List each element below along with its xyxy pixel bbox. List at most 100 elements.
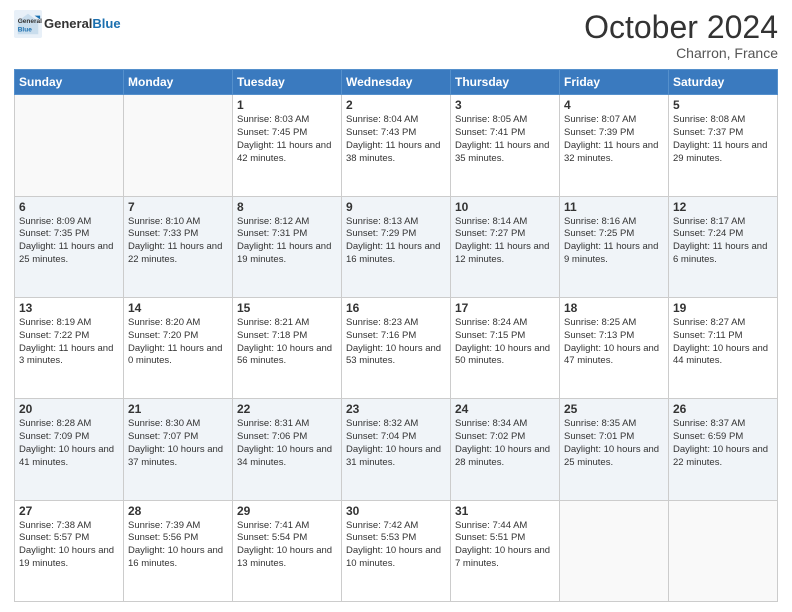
day-number: 2: [346, 98, 446, 112]
day-info: Sunrise: 8:16 AMSunset: 7:25 PMDaylight:…: [564, 216, 664, 267]
day-number: 4: [564, 98, 664, 112]
day-number: 24: [455, 402, 555, 416]
calendar-day-cell: 25Sunrise: 8:35 AMSunset: 7:01 PMDayligh…: [560, 399, 669, 500]
day-info: Sunrise: 8:31 AMSunset: 7:06 PMDaylight:…: [237, 418, 337, 469]
day-number: 14: [128, 301, 228, 315]
day-info: Sunrise: 7:39 AMSunset: 5:56 PMDaylight:…: [128, 520, 228, 571]
calendar-day-cell: 12 Sunrise: 8:17 AMSunset: 7:24 PMDayligh…: [669, 196, 778, 297]
day-info: Sunrise: 8:03 AMSunset: 7:45 PMDaylight:…: [237, 114, 337, 165]
calendar-day-cell: 13 Sunrise: 8:19 AMSunset: 7:22 PMDayligh…: [15, 297, 124, 398]
day-number: 7: [128, 200, 228, 214]
calendar-week-row: 1 Sunrise: 8:03 AMSunset: 7:45 PMDaylight…: [15, 95, 778, 196]
calendar-week-row: 6 Sunrise: 8:09 AMSunset: 7:35 PMDaylight…: [15, 196, 778, 297]
day-number: 23: [346, 402, 446, 416]
day-number: 8: [237, 200, 337, 214]
day-number: 13: [19, 301, 119, 315]
day-info: Sunrise: 8:35 AMSunset: 7:01 PMDaylight:…: [564, 418, 664, 469]
calendar-day-cell: 29Sunrise: 7:41 AMSunset: 5:54 PMDayligh…: [233, 500, 342, 601]
weekday-header-wednesday: Wednesday: [342, 70, 451, 95]
logo-blue: Blue: [92, 16, 120, 31]
day-number: 30: [346, 504, 446, 518]
weekday-header-thursday: Thursday: [451, 70, 560, 95]
calendar-day-cell: 14 Sunrise: 8:20 AMSunset: 7:20 PMDayligh…: [124, 297, 233, 398]
day-number: 20: [19, 402, 119, 416]
day-number: 6: [19, 200, 119, 214]
calendar-day-cell: 6 Sunrise: 8:09 AMSunset: 7:35 PMDaylight…: [15, 196, 124, 297]
calendar-day-cell: 11 Sunrise: 8:16 AMSunset: 7:25 PMDayligh…: [560, 196, 669, 297]
weekday-header-monday: Monday: [124, 70, 233, 95]
calendar-week-row: 13 Sunrise: 8:19 AMSunset: 7:22 PMDayligh…: [15, 297, 778, 398]
calendar-week-row: 27Sunrise: 7:38 AMSunset: 5:57 PMDayligh…: [15, 500, 778, 601]
day-info: Sunrise: 8:30 AMSunset: 7:07 PMDaylight:…: [128, 418, 228, 469]
day-info: Sunrise: 8:08 AMSunset: 7:37 PMDaylight:…: [673, 114, 773, 165]
logo: General Blue GeneralBlue: [14, 10, 121, 38]
day-info: Sunrise: 8:24 AMSunset: 7:15 PMDaylight:…: [455, 317, 555, 368]
calendar-empty-cell: [560, 500, 669, 601]
day-number: 18: [564, 301, 664, 315]
day-info: Sunrise: 8:32 AMSunset: 7:04 PMDaylight:…: [346, 418, 446, 469]
calendar-day-cell: 30 Sunrise: 7:42 AMSunset: 5:53 PMDayligh…: [342, 500, 451, 601]
day-number: 9: [346, 200, 446, 214]
calendar-table: SundayMondayTuesdayWednesdayThursdayFrid…: [14, 69, 778, 602]
location: Charron, France: [584, 45, 778, 61]
day-info: Sunrise: 8:19 AMSunset: 7:22 PMDaylight:…: [19, 317, 119, 368]
calendar-day-cell: 27Sunrise: 7:38 AMSunset: 5:57 PMDayligh…: [15, 500, 124, 601]
day-info: Sunrise: 7:44 AMSunset: 5:51 PMDaylight:…: [455, 520, 555, 571]
logo-general: General: [44, 16, 92, 31]
calendar-empty-cell: [15, 95, 124, 196]
day-info: Sunrise: 8:25 AMSunset: 7:13 PMDaylight:…: [564, 317, 664, 368]
calendar-day-cell: 1 Sunrise: 8:03 AMSunset: 7:45 PMDaylight…: [233, 95, 342, 196]
day-info: Sunrise: 7:42 AMSunset: 5:53 PMDaylight:…: [346, 520, 446, 571]
day-info: Sunrise: 8:27 AMSunset: 7:11 PMDaylight:…: [673, 317, 773, 368]
svg-text:General: General: [18, 18, 42, 25]
day-info: Sunrise: 8:10 AMSunset: 7:33 PMDaylight:…: [128, 216, 228, 267]
day-number: 1: [237, 98, 337, 112]
calendar-day-cell: 16 Sunrise: 8:23 AMSunset: 7:16 PMDayligh…: [342, 297, 451, 398]
weekday-header-friday: Friday: [560, 70, 669, 95]
day-info: Sunrise: 8:17 AMSunset: 7:24 PMDaylight:…: [673, 216, 773, 267]
day-number: 11: [564, 200, 664, 214]
calendar-day-cell: 9Sunrise: 8:13 AMSunset: 7:29 PMDaylight…: [342, 196, 451, 297]
calendar-header-row: SundayMondayTuesdayWednesdayThursdayFrid…: [15, 70, 778, 95]
day-info: Sunrise: 8:07 AMSunset: 7:39 PMDaylight:…: [564, 114, 664, 165]
day-info: Sunrise: 8:20 AMSunset: 7:20 PMDaylight:…: [128, 317, 228, 368]
day-info: Sunrise: 8:14 AMSunset: 7:27 PMDaylight:…: [455, 216, 555, 267]
month-title: October 2024: [584, 10, 778, 45]
logo-icon: General Blue: [14, 10, 42, 38]
day-number: 5: [673, 98, 773, 112]
calendar-day-cell: 24 Sunrise: 8:34 AMSunset: 7:02 PMDayligh…: [451, 399, 560, 500]
day-number: 16: [346, 301, 446, 315]
calendar-day-cell: 20 Sunrise: 8:28 AMSunset: 7:09 PMDayligh…: [15, 399, 124, 500]
day-info: Sunrise: 8:09 AMSunset: 7:35 PMDaylight:…: [19, 216, 119, 267]
calendar-day-cell: 19 Sunrise: 8:27 AMSunset: 7:11 PMDayligh…: [669, 297, 778, 398]
day-number: 27: [19, 504, 119, 518]
day-info: Sunrise: 8:04 AMSunset: 7:43 PMDaylight:…: [346, 114, 446, 165]
day-number: 12: [673, 200, 773, 214]
calendar-day-cell: 22Sunrise: 8:31 AMSunset: 7:06 PMDayligh…: [233, 399, 342, 500]
title-area: October 2024 Charron, France: [584, 10, 778, 61]
day-info: Sunrise: 8:23 AMSunset: 7:16 PMDaylight:…: [346, 317, 446, 368]
weekday-header-sunday: Sunday: [15, 70, 124, 95]
day-number: 28: [128, 504, 228, 518]
calendar-day-cell: 5 Sunrise: 8:08 AMSunset: 7:37 PMDaylight…: [669, 95, 778, 196]
day-number: 10: [455, 200, 555, 214]
svg-text:Blue: Blue: [18, 26, 32, 33]
weekday-header-saturday: Saturday: [669, 70, 778, 95]
day-info: Sunrise: 8:28 AMSunset: 7:09 PMDaylight:…: [19, 418, 119, 469]
day-number: 31: [455, 504, 555, 518]
calendar-day-cell: 17Sunrise: 8:24 AMSunset: 7:15 PMDayligh…: [451, 297, 560, 398]
day-number: 26: [673, 402, 773, 416]
calendar-day-cell: 7 Sunrise: 8:10 AMSunset: 7:33 PMDaylight…: [124, 196, 233, 297]
day-number: 15: [237, 301, 337, 315]
calendar-empty-cell: [669, 500, 778, 601]
day-info: Sunrise: 7:41 AMSunset: 5:54 PMDaylight:…: [237, 520, 337, 571]
calendar-day-cell: 15Sunrise: 8:21 AMSunset: 7:18 PMDayligh…: [233, 297, 342, 398]
calendar-day-cell: 18 Sunrise: 8:25 AMSunset: 7:13 PMDayligh…: [560, 297, 669, 398]
calendar-day-cell: 8Sunrise: 8:12 AMSunset: 7:31 PMDaylight…: [233, 196, 342, 297]
day-number: 19: [673, 301, 773, 315]
day-info: Sunrise: 8:34 AMSunset: 7:02 PMDaylight:…: [455, 418, 555, 469]
calendar-day-cell: 3Sunrise: 8:05 AMSunset: 7:41 PMDaylight…: [451, 95, 560, 196]
calendar-day-cell: 31 Sunrise: 7:44 AMSunset: 5:51 PMDayligh…: [451, 500, 560, 601]
day-number: 3: [455, 98, 555, 112]
calendar-empty-cell: [124, 95, 233, 196]
